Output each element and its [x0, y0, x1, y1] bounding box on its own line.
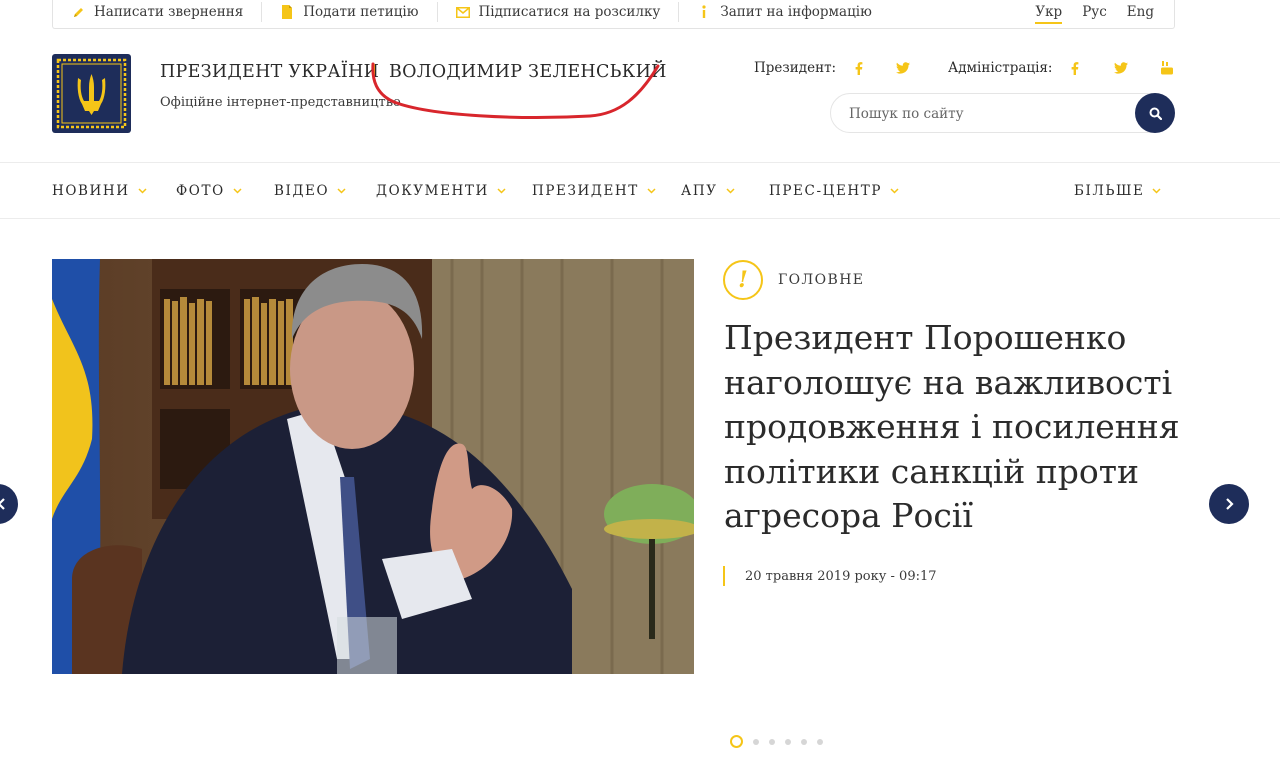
title-separator	[373, 64, 375, 81]
lang-eng[interactable]: Eng	[1127, 4, 1154, 20]
admin-social-label: Адміністрація:	[948, 60, 1053, 76]
hero-date: 20 травня 2019 року - 09:17	[745, 569, 937, 584]
lang-rus[interactable]: Рус	[1082, 4, 1107, 20]
top-utility-bar: Написати звернення Подати петицію Підпис…	[52, 0, 1175, 29]
nav-more[interactable]: БІЛЬШЕ	[1074, 163, 1162, 218]
admin-social: Адміністрація:	[948, 58, 1174, 78]
nav-apu[interactable]: АПУ	[681, 163, 735, 218]
trident-emblem-icon[interactable]	[52, 54, 131, 133]
nav-video-label: ВІДЕО	[274, 182, 330, 199]
nav-president[interactable]: ПРЕЗИДЕНТ	[532, 163, 656, 218]
nav-press-center[interactable]: ПРЕС-ЦЕНТР	[769, 163, 899, 218]
chevron-down-icon	[1152, 186, 1162, 195]
chevron-down-icon	[647, 186, 656, 195]
nav-photo-label: ФОТО	[176, 182, 225, 199]
admin-twitter-icon[interactable]	[1114, 61, 1129, 75]
search-button[interactable]	[1135, 93, 1175, 133]
nav-photo[interactable]: ФОТО	[176, 163, 242, 218]
main-navigation: НОВИНИ ФОТО ВІДЕО ДОКУМЕНТИ ПРЕЗИДЕНТ АП…	[0, 162, 1280, 219]
chevron-down-icon	[233, 186, 242, 195]
slider-pagination	[730, 735, 823, 748]
site-title[interactable]: ПРЕЗИДЕНТ УКРАЇНИ	[160, 62, 379, 82]
site-subtitle: Офіційне інтернет-представництво	[160, 95, 401, 110]
admin-facebook-icon[interactable]	[1068, 61, 1082, 75]
nav-documents-label: ДОКУМЕНТИ	[376, 182, 489, 199]
nav-news[interactable]: НОВИНИ	[52, 163, 147, 218]
chevron-down-icon	[497, 186, 506, 195]
slider-dot[interactable]	[785, 738, 791, 745]
write-appeal-label: Написати звернення	[94, 4, 244, 20]
submit-petition-link[interactable]: Подати петицію	[262, 2, 438, 22]
chevron-down-icon	[726, 186, 735, 195]
submit-petition-label: Подати петицію	[303, 4, 419, 20]
write-appeal-link[interactable]: Написати звернення	[53, 2, 263, 22]
chevron-down-icon	[337, 186, 346, 195]
president-twitter-icon[interactable]	[896, 61, 911, 75]
language-switcher: Укр Рус Eng	[1035, 0, 1154, 28]
info-icon	[697, 5, 711, 19]
info-request-link[interactable]: Запит на інформацію	[679, 2, 890, 22]
chevron-left-icon	[0, 498, 5, 510]
admin-youtube-icon[interactable]	[1160, 61, 1174, 75]
subscribe-label: Підписатися на розсилку	[478, 4, 661, 20]
nav-press-center-label: ПРЕС-ЦЕНТР	[769, 182, 883, 199]
president-social-label: Президент:	[754, 60, 837, 76]
category-label[interactable]: ГОЛОВНЕ	[778, 272, 864, 288]
nav-apu-label: АПУ	[681, 182, 718, 199]
site-search	[830, 93, 1175, 133]
pencil-icon	[71, 5, 85, 19]
chevron-down-icon	[138, 186, 147, 195]
hero-photo[interactable]	[52, 259, 694, 674]
nav-video[interactable]: ВІДЕО	[274, 163, 346, 218]
slider-dot[interactable]	[753, 738, 759, 745]
nav-news-label: НОВИНИ	[52, 182, 130, 199]
lang-ukr[interactable]: Укр	[1035, 4, 1062, 24]
chevron-right-icon	[1226, 498, 1234, 510]
subscribe-link[interactable]: Підписатися на розсилку	[438, 2, 680, 22]
nav-documents[interactable]: ДОКУМЕНТИ	[376, 163, 506, 218]
document-icon	[280, 5, 294, 19]
president-name[interactable]: ВОЛОДИМИР ЗЕЛЕНСЬКИЙ	[389, 62, 667, 82]
president-social: Президент:	[754, 58, 911, 78]
envelope-icon	[455, 5, 470, 19]
utility-links: Написати звернення Подати петицію Підпис…	[53, 0, 890, 28]
date-marker	[723, 566, 725, 586]
president-facebook-icon[interactable]	[852, 61, 866, 75]
search-input[interactable]	[849, 103, 1119, 125]
slider-dot[interactable]	[769, 738, 775, 745]
info-request-label: Запит на інформацію	[720, 4, 872, 20]
search-icon	[1149, 107, 1162, 120]
slider-prev-button[interactable]	[0, 484, 18, 524]
chevron-down-icon	[890, 186, 899, 195]
nav-president-label: ПРЕЗИДЕНТ	[532, 182, 639, 199]
nav-more-label: БІЛЬШЕ	[1074, 182, 1145, 199]
hero-headline[interactable]: Президент Порошенко наголошує на важливо…	[724, 316, 1194, 539]
slider-next-button[interactable]	[1209, 484, 1249, 524]
slider-dot[interactable]	[801, 738, 807, 745]
category-alert-icon: !	[723, 260, 763, 300]
slider-dot[interactable]	[817, 738, 823, 745]
slider-dot[interactable]	[730, 735, 743, 748]
